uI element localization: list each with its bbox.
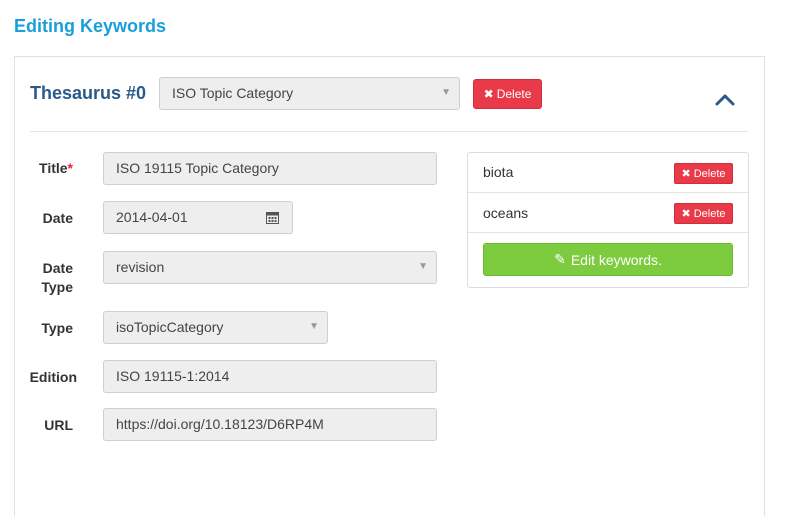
date-field[interactable]: 2014-04-01 <box>103 201 254 234</box>
url-label: URL <box>44 417 73 433</box>
type-select[interactable]: isoTopicCategory ▼ <box>103 311 328 344</box>
thesaurus-select[interactable]: ISO Topic Category ▼ <box>159 77 460 110</box>
keyword-divider <box>468 232 748 233</box>
title-label: Title* <box>20 160 73 176</box>
title-field[interactable]: ISO 19115 Topic Category <box>103 152 437 185</box>
calendar-icon <box>266 212 279 224</box>
caret-down-icon: ▼ <box>441 87 451 98</box>
thesaurus-select-value: ISO Topic Category <box>172 85 294 101</box>
times-icon: ✖ <box>681 208 691 220</box>
page-title: Editing Keywords <box>14 16 167 36</box>
edit-keywords-label: Edit keywords. <box>570 251 662 268</box>
caret-down-icon: ▼ <box>418 261 428 272</box>
type-value: isoTopicCategory <box>116 319 224 335</box>
delete-keyword-label: Delete <box>693 167 726 180</box>
edit-keywords-button[interactable]: ✎ Edit keywords. <box>483 243 733 276</box>
pencil-icon: ✎ <box>554 251 566 267</box>
divider <box>30 131 748 132</box>
url-field[interactable]: https://doi.org/10.18123/D6RP4M <box>103 408 437 441</box>
date-type-value: revision <box>116 259 165 275</box>
delete-keyword-biota-button[interactable]: ✖ Delete <box>674 163 733 184</box>
title-label-text: Title <box>39 160 68 176</box>
date-label: Date <box>42 210 73 226</box>
caret-down-icon: ▼ <box>309 321 319 332</box>
times-icon: ✖ <box>483 87 494 101</box>
delete-thesaurus-label: Delete <box>496 87 532 101</box>
date-type-label: Date Type <box>20 259 73 297</box>
calendar-button[interactable] <box>253 201 293 234</box>
date-type-select[interactable]: revision ▼ <box>103 251 437 284</box>
delete-keyword-label: Delete <box>693 207 726 220</box>
required-mark: * <box>67 160 73 176</box>
delete-keyword-oceans-button[interactable]: ✖ Delete <box>674 203 733 224</box>
thesaurus-heading: Thesaurus #0 <box>30 83 147 103</box>
keyword-label-oceans: oceans <box>483 205 529 221</box>
keyword-label-biota: biota <box>483 164 514 180</box>
date-type-label-line1: Date <box>42 260 73 276</box>
keyword-divider <box>468 192 748 193</box>
times-icon: ✖ <box>681 168 691 180</box>
date-type-label-line2: Type <box>41 279 73 295</box>
delete-thesaurus-button[interactable]: ✖ Delete <box>473 79 542 109</box>
edition-label: Edition <box>29 369 77 385</box>
edition-field[interactable]: ISO 19115-1:2014 <box>103 360 437 393</box>
chevron-up-icon[interactable] <box>712 88 738 112</box>
type-label: Type <box>41 320 73 336</box>
